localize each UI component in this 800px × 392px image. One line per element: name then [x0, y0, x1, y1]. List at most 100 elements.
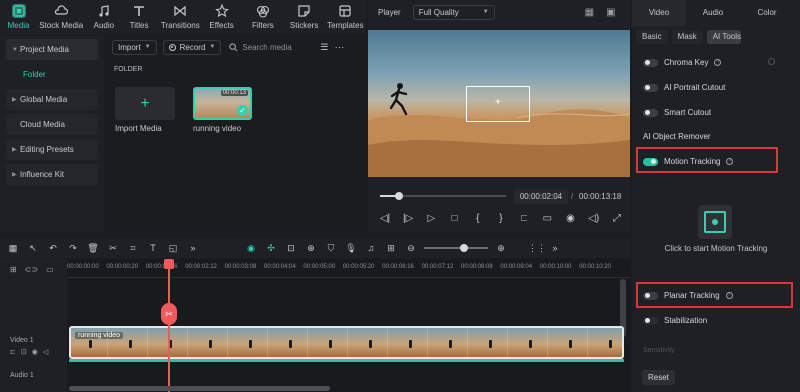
record-button[interactable]: Record ▼	[162, 39, 222, 55]
planar-tracking-toggle[interactable]	[643, 291, 658, 300]
tab-stickers[interactable]: Stickers	[283, 0, 324, 34]
quality-select[interactable]: Full Quality ▼	[412, 4, 495, 20]
sticker-icon[interactable]: ⊕	[304, 243, 318, 254]
tab-media[interactable]: Media	[4, 0, 33, 34]
import-button[interactable]: Import ▼	[112, 39, 157, 55]
ai-portrait-toggle[interactable]	[643, 83, 658, 92]
sidebar-item-cloud-media[interactable]: Cloud Media	[6, 114, 98, 135]
playback-scrubber[interactable]	[380, 192, 506, 200]
subtab-mask[interactable]: Mask	[671, 30, 703, 44]
start-tracking-button[interactable]	[698, 205, 732, 239]
help-icon[interactable]: ?	[725, 292, 733, 299]
ruler-tick: 00:00:08:08	[461, 264, 493, 270]
more-icon[interactable]: ···	[334, 42, 344, 53]
fullscreen-icon[interactable]: ⤢	[610, 213, 624, 224]
cut-icon[interactable]: ✂	[106, 243, 120, 254]
quality-value: Full Quality	[418, 7, 459, 17]
video-thumbnail[interactable]: 00:00:13 ✓	[193, 87, 252, 120]
camera-icon[interactable]: ◉	[564, 213, 578, 224]
more-menu-icon[interactable]: »	[548, 243, 562, 253]
subtab-basic[interactable]: Basic	[636, 30, 668, 44]
snap-icon[interactable]: ✣	[264, 243, 278, 254]
scrubber-handle[interactable]	[394, 192, 403, 200]
tab-audio-props[interactable]: Audio	[686, 0, 740, 26]
crop-icon[interactable]: ⌗	[126, 243, 140, 254]
tab-templates[interactable]: Templates	[325, 0, 366, 34]
timeline-hscroll[interactable]	[69, 386, 330, 391]
playhead-handle[interactable]	[164, 259, 174, 269]
time-ruler[interactable]: 00:00:00:00 00:00:00:20 00:00:01:16 00:00:0…	[67, 262, 630, 276]
video-preview[interactable]	[368, 30, 630, 177]
display-icon[interactable]: ⊏	[517, 213, 531, 224]
stop-icon[interactable]: □	[448, 213, 462, 224]
marker-icon[interactable]: ▭	[46, 265, 54, 274]
circle-icon	[768, 58, 775, 65]
render-icon[interactable]: ⊡	[284, 243, 298, 254]
tab-color[interactable]: Color	[740, 0, 794, 26]
tab-titles[interactable]: Titles	[118, 0, 159, 34]
split-icon[interactable]: ✂	[161, 303, 177, 325]
shield-icon[interactable]: ⛉	[324, 243, 338, 254]
search-input[interactable]: Search media	[229, 43, 314, 52]
lock-icon[interactable]: ⊡	[21, 348, 27, 356]
tab-effects-label: Effects	[209, 21, 234, 30]
link-icon[interactable]: ⊂⊃	[25, 265, 38, 274]
tab-video[interactable]: Video	[632, 0, 686, 26]
media-replace-icon[interactable]: ⊞	[384, 243, 398, 254]
redo-icon[interactable]: ↷	[66, 243, 80, 254]
delete-icon[interactable]: 🗑	[86, 243, 100, 254]
playhead[interactable]	[168, 260, 170, 392]
player-label: Player	[378, 7, 401, 17]
filter-icon[interactable]: ☰	[320, 42, 328, 53]
shape-icon[interactable]: ◱	[166, 243, 180, 254]
stabilization-toggle[interactable]	[643, 316, 658, 325]
tab-effects[interactable]: Effects	[201, 0, 242, 34]
sidebar-item-editing-presets[interactable]: ▶ Editing Presets	[6, 139, 98, 160]
volume-icon[interactable]: ◁)	[587, 213, 601, 224]
image-icon[interactable]: ▣	[606, 7, 615, 18]
motion-tracking-toggle[interactable]	[643, 157, 658, 166]
mark-out-icon[interactable]: }	[494, 213, 508, 224]
chroma-key-toggle[interactable]	[643, 58, 658, 67]
step-back-icon[interactable]: ◁|	[378, 213, 392, 224]
tracking-box[interactable]	[466, 86, 530, 122]
timecode-separator: /	[571, 192, 574, 201]
select-icon[interactable]: ↖	[26, 243, 40, 254]
layout-icon[interactable]: ▦	[6, 243, 20, 254]
tab-stock-media[interactable]: Stock Media	[33, 0, 89, 34]
zoom-slider[interactable]	[424, 244, 488, 252]
zoom-out-icon[interactable]: ⊖	[404, 243, 418, 254]
tab-filters[interactable]: Filters	[242, 0, 283, 34]
sidebar-item-global-media[interactable]: ▶ Global Media	[6, 89, 98, 110]
text-icon[interactable]: T	[146, 243, 160, 253]
import-media-tile[interactable]: +	[115, 87, 175, 120]
smart-cutout-toggle[interactable]	[643, 108, 658, 117]
help-icon[interactable]: ?	[714, 59, 722, 66]
eye-icon[interactable]: ◉	[32, 348, 38, 356]
more-tools-icon[interactable]: »	[186, 243, 200, 253]
zoom-in-icon[interactable]: ⊕	[494, 243, 508, 254]
video-clip[interactable]: running video	[69, 326, 624, 359]
play-reverse-icon[interactable]: |▷	[401, 213, 415, 224]
add-track-icon[interactable]: ⊞	[10, 265, 17, 274]
play-icon[interactable]: ▷	[424, 213, 438, 224]
help-icon[interactable]: ?	[726, 158, 734, 165]
audio-icon[interactable]: ♫	[364, 243, 378, 253]
mark-in-icon[interactable]: {	[471, 213, 485, 224]
tab-audio[interactable]: Audio	[89, 0, 118, 34]
undo-icon[interactable]: ↶	[46, 243, 60, 254]
sidebar-item-folder[interactable]: Folder	[6, 64, 98, 85]
tab-transitions[interactable]: Transitions	[160, 0, 201, 34]
audio-track-label: Audio 1	[10, 372, 34, 379]
grid-icon[interactable]: ▦	[585, 7, 594, 18]
subtab-ai-tools[interactable]: AI Tools	[706, 30, 741, 44]
ai-icon[interactable]: ◉	[244, 243, 258, 254]
grid-view-icon[interactable]: ⋮⋮	[528, 243, 546, 254]
screen-icon[interactable]: ▭	[540, 213, 554, 224]
reset-button[interactable]: Reset	[642, 370, 675, 385]
sidebar-item-influence-kit[interactable]: ▶ Influence Kit	[6, 164, 98, 185]
mute-icon[interactable]: ◁	[43, 348, 48, 356]
mic-icon[interactable]: 🎙	[344, 243, 358, 254]
sidebar-item-project-media[interactable]: ▼ Project Media	[6, 39, 98, 60]
folder-icon[interactable]: ⊏	[10, 348, 16, 356]
